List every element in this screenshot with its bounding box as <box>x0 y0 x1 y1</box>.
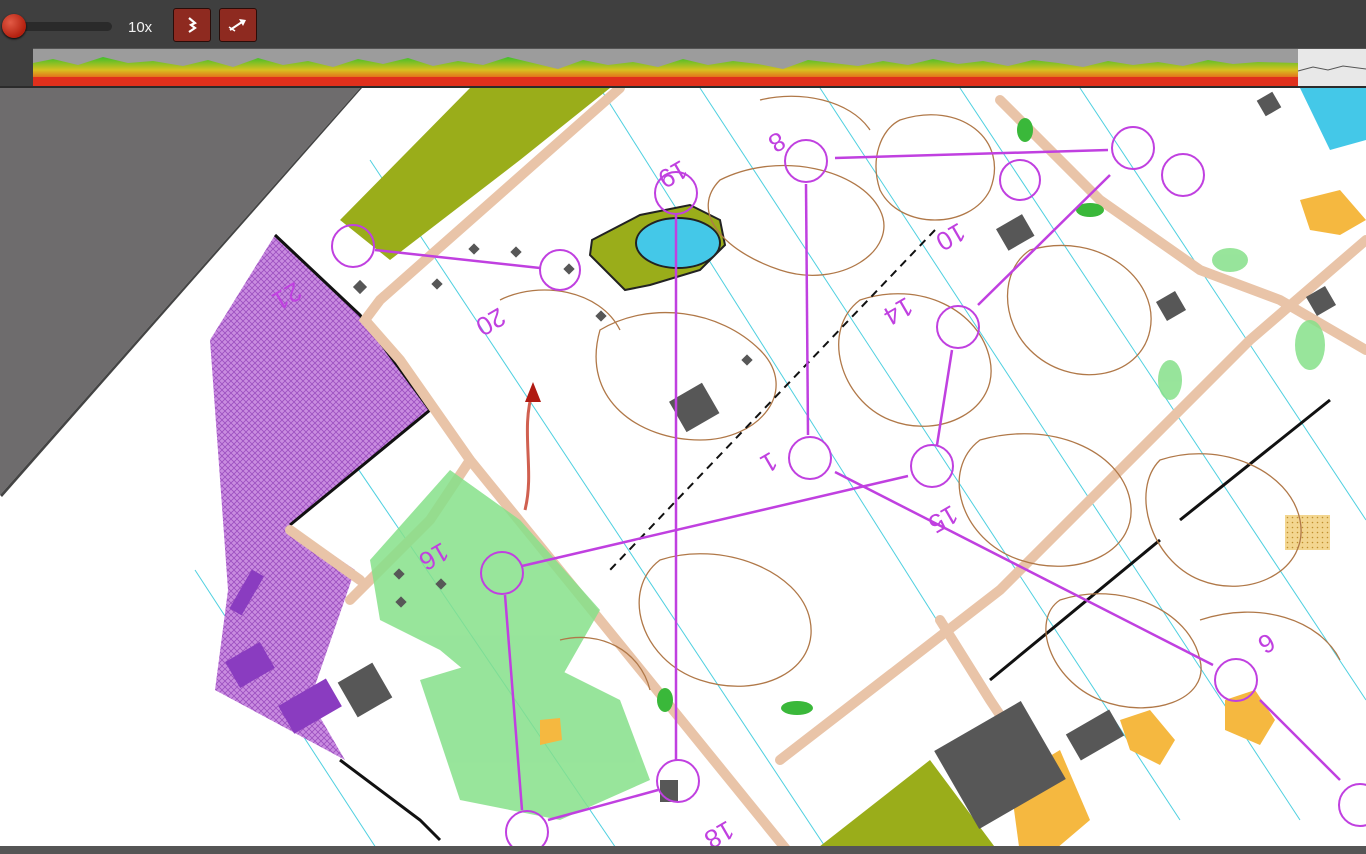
arrow-icon <box>228 19 246 32</box>
orienteering-map[interactable]: 21 20 19 8 10 14 1 15 16 6 18 <box>0 88 1366 854</box>
dense-vegetation <box>657 118 1104 715</box>
vegetation <box>370 248 1325 820</box>
runner-marker[interactable] <box>525 382 541 402</box>
svg-text:14: 14 <box>878 291 918 331</box>
runner-trail <box>523 389 535 511</box>
speed-slider-thumb[interactable] <box>2 14 26 38</box>
elevation-profile <box>33 49 1366 86</box>
contour-lines <box>499 95 1341 709</box>
svg-text:19: 19 <box>653 154 693 194</box>
svg-text:8: 8 <box>763 126 791 159</box>
rough-open-land <box>1285 515 1330 550</box>
bottom-scrollbar[interactable] <box>0 846 1366 854</box>
speed-label: 10x <box>128 19 153 36</box>
svg-text:6: 6 <box>1253 627 1281 660</box>
svg-text:10: 10 <box>931 217 971 257</box>
replay-start-button[interactable] <box>173 8 211 42</box>
replay-toolbar: 10x <box>0 0 1366 88</box>
svg-text:1: 1 <box>755 446 783 479</box>
speed-slider[interactable] <box>2 14 112 38</box>
river <box>1300 88 1366 150</box>
map-canvas: 21 20 19 8 10 14 1 15 16 6 18 <box>0 88 1366 854</box>
olive-field <box>340 88 610 260</box>
pond <box>635 217 721 269</box>
svg-text:20: 20 <box>471 302 511 342</box>
flag-icon <box>188 17 197 33</box>
timeline-scrubber[interactable] <box>33 48 1366 86</box>
tail-toggle-button[interactable] <box>219 8 257 42</box>
